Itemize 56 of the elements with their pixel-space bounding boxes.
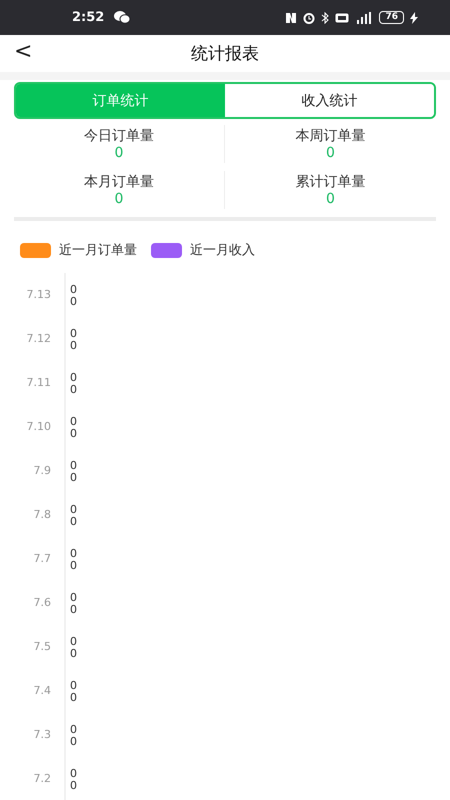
value-label: 0 <box>70 767 77 780</box>
value-label: 0 <box>70 559 77 572</box>
value-label: 0 <box>70 427 77 440</box>
value-label: 0 <box>70 591 77 604</box>
date-label: 7.9 <box>34 464 51 477</box>
date-label: 7.8 <box>34 508 51 521</box>
alarm-icon <box>303 12 316 24</box>
stat-label: 累计订单量 <box>296 173 366 191</box>
value-label: 0 <box>70 339 77 352</box>
value-label: 0 <box>70 515 77 528</box>
date-label: 7.6 <box>34 596 51 609</box>
value-label: 0 <box>70 327 77 340</box>
value-label: 0 <box>70 503 77 516</box>
stat-value: 0 <box>114 191 124 207</box>
date-label: 7.3 <box>34 728 51 741</box>
date-label: 7.4 <box>34 684 51 697</box>
status-time: 2:52 <box>72 10 104 25</box>
date-label: 7.13 <box>26 288 51 301</box>
value-label: 0 <box>70 283 77 296</box>
back-button[interactable]: < <box>14 39 32 64</box>
bluetooth-icon <box>321 12 330 24</box>
date-label: 7.10 <box>26 420 51 433</box>
stat-label: 今日订单量 <box>84 127 154 145</box>
date-label: 7.7 <box>34 552 51 565</box>
value-label: 0 <box>70 723 77 736</box>
charging-icon <box>410 12 418 24</box>
stat-label: 本周订单量 <box>296 127 366 145</box>
value-label: 0 <box>70 603 77 616</box>
nfc-icon <box>285 12 298 24</box>
stat-value: 0 <box>326 145 335 161</box>
battery-level: 76 <box>379 11 404 24</box>
stat-value: 0 <box>326 191 335 207</box>
legend-label: 近一月订单量 <box>59 242 137 259</box>
stat-label: 本月订单量 <box>84 173 154 191</box>
signal-icon <box>355 12 374 24</box>
value-label: 0 <box>70 383 77 396</box>
value-label: 0 <box>70 415 77 428</box>
value-label: 0 <box>70 371 77 384</box>
legend-label: 近一月收入 <box>190 242 255 259</box>
chat-icon <box>114 11 130 24</box>
date-label: 7.12 <box>26 332 51 345</box>
date-label: 7.2 <box>34 772 51 785</box>
stat-value: 0 <box>114 145 124 161</box>
value-label: 0 <box>70 635 77 648</box>
value-label: 0 <box>70 547 77 560</box>
value-label: 0 <box>70 647 77 660</box>
value-label: 0 <box>70 779 77 792</box>
date-label: 7.5 <box>34 640 51 653</box>
value-label: 0 <box>70 735 77 748</box>
page-title: 统计报表 <box>191 43 259 65</box>
value-label: 0 <box>70 295 77 308</box>
date-label: 7.11 <box>26 376 51 389</box>
value-label: 0 <box>70 679 77 692</box>
value-label: 0 <box>70 691 77 704</box>
value-label: 0 <box>70 459 77 472</box>
value-label: 0 <box>70 471 77 484</box>
